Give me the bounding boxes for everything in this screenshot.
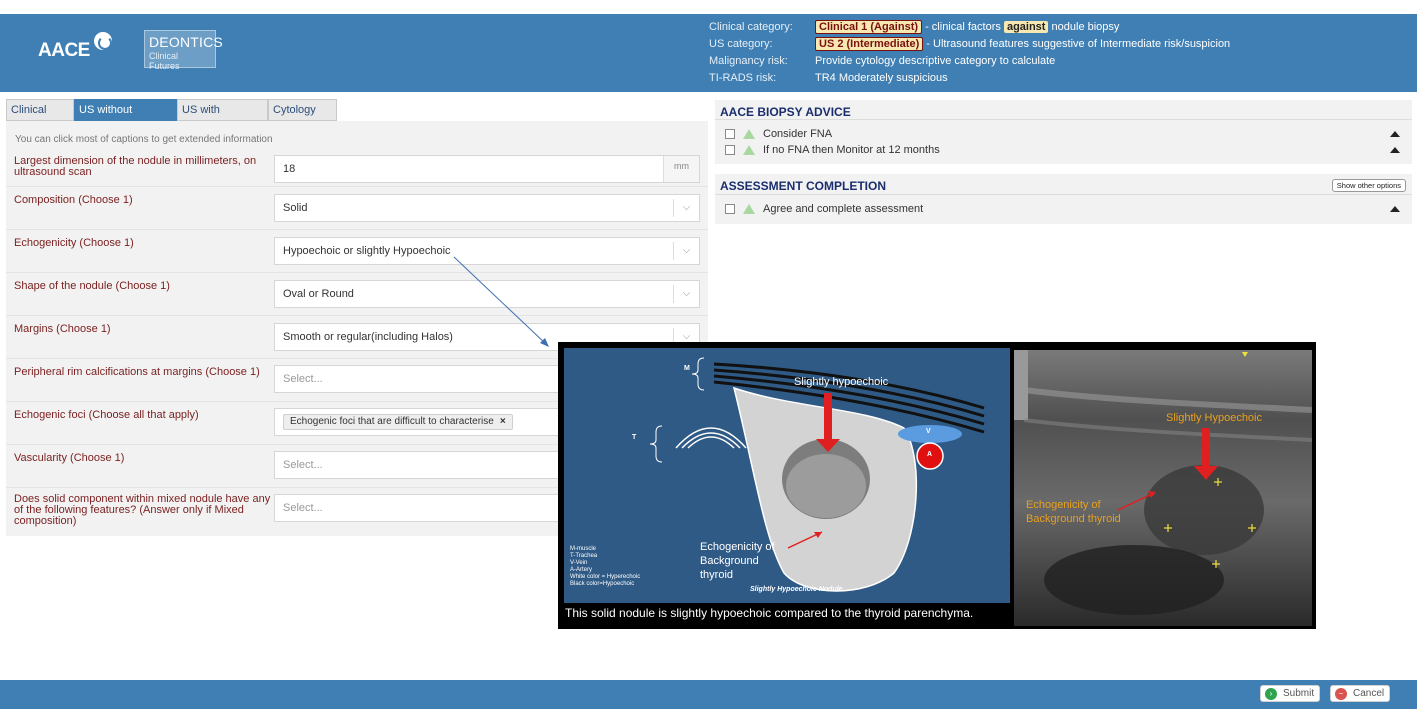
clinical-category-badge[interactable]: Clinical 1 (Against) — [815, 20, 923, 34]
hint-text: You can click most of captions to get ex… — [15, 134, 273, 145]
label-slightly-hypoechoic: Slightly hypoechoic — [794, 376, 889, 388]
us-category-badge[interactable]: US 2 (Intermediate) — [815, 37, 924, 51]
assessment-completion-panel: ASSESSMENT COMPLETION Show other options… — [715, 174, 1412, 224]
label-vein: V — [926, 428, 931, 435]
echogenicity-select[interactable]: Hypoechoic or slightly Hypoechoic ⌵ — [274, 237, 700, 265]
cancel-icon: − — [1335, 688, 1347, 700]
biopsy-advice-panel: AACE BIOPSY ADVICE Consider FNA If no FN… — [715, 100, 1412, 164]
biopsy-advice-title: AACE BIOPSY ADVICE — [720, 105, 851, 119]
tab-bar: Clinical US without illustration US with… — [6, 99, 337, 136]
diagram-legend: M-muscle T-Trachea V-Vein A-Artery White… — [570, 546, 641, 587]
question-row-composition: Composition (Choose 1) Solid ⌵ — [6, 187, 708, 230]
echogenicity-illustration-popup[interactable]: M T V A Slightly hypoechoic Echogenicity… — [558, 342, 1316, 629]
remove-tag-icon[interactable]: × — [500, 416, 506, 427]
tab-clinical[interactable]: Clinical — [6, 99, 74, 121]
footer-bar: › Submit − Cancel — [0, 680, 1417, 709]
echogenic-foci-tag: Echogenic foci that are difficult to cha… — [283, 414, 513, 430]
tab-cytology[interactable]: Cytology — [268, 99, 337, 121]
label-artery: A — [927, 451, 933, 458]
question-row-echogenicity: Echogenicity (Choose 1) Hypoechoic or sl… — [6, 230, 708, 273]
app-header: AACE DEONTICS Clinical Futures Clinical … — [0, 0, 1417, 92]
label-trachea: T — [632, 434, 637, 441]
dimension-input[interactable]: 18 mm — [274, 155, 700, 183]
chevron-down-icon: ⌵ — [673, 199, 699, 217]
nodule-title: Slightly Hypoechoic Nodule — [750, 586, 843, 593]
question-row-dimension: Largest dimension of the nodule in milli… — [6, 151, 708, 187]
label-echogenicity-background: Echogenicity of Background thyroid — [700, 541, 775, 581]
cancel-button[interactable]: − Cancel — [1330, 685, 1390, 702]
submit-icon: › — [1265, 688, 1277, 700]
checkbox[interactable] — [725, 129, 735, 139]
tab-us-without-illustration[interactable]: US without illustration — [74, 99, 177, 136]
collapse-icon[interactable] — [1390, 206, 1400, 212]
checkbox[interactable] — [725, 204, 735, 214]
label-muscle: M — [684, 365, 690, 372]
ultrasound-image: Slightly Hypoechoic Echogenicity of Back… — [1014, 350, 1312, 626]
question-row-shape: Shape of the nodule (Choose 1) Oval or R… — [6, 273, 708, 316]
shape-select[interactable]: Oval or Round ⌵ — [274, 280, 700, 308]
recommendation-triangle-icon — [743, 204, 755, 214]
aace-logo: AACE — [38, 32, 112, 62]
tab-us-with-illustration[interactable]: US with illustration — [177, 99, 268, 136]
chevron-down-icon: ⌵ — [673, 242, 699, 260]
collapse-icon[interactable] — [1390, 131, 1400, 137]
submit-button[interactable]: › Submit — [1260, 685, 1320, 702]
us-label-slightly-hypoechoic: Slightly Hypoechoic — [1166, 412, 1262, 424]
chevron-down-icon: ⌵ — [673, 285, 699, 303]
collapse-icon[interactable] — [1390, 147, 1400, 153]
assessment-completion-title: ASSESSMENT COMPLETION — [720, 179, 887, 193]
deontics-logo: DEONTICS Clinical Futures — [144, 30, 223, 71]
illustration-caption: This solid nodule is slightly hypoechoic… — [565, 606, 974, 620]
us-label-echogenicity-background: Echogenicity of Background thyroid — [1026, 499, 1121, 525]
composition-select[interactable]: Solid ⌵ — [274, 194, 700, 222]
checkbox[interactable] — [725, 145, 735, 155]
schematic-diagram: M T V A Slightly hypoechoic Echogenicity… — [564, 348, 1010, 603]
ultrasound-scan — [1014, 350, 1312, 626]
globe-icon — [94, 32, 112, 50]
against-badge: against — [1003, 21, 1049, 33]
show-other-options-button[interactable]: Show other options — [1331, 179, 1406, 192]
recommendation-triangle-icon — [743, 145, 755, 155]
recommendation-triangle-icon — [743, 129, 755, 139]
